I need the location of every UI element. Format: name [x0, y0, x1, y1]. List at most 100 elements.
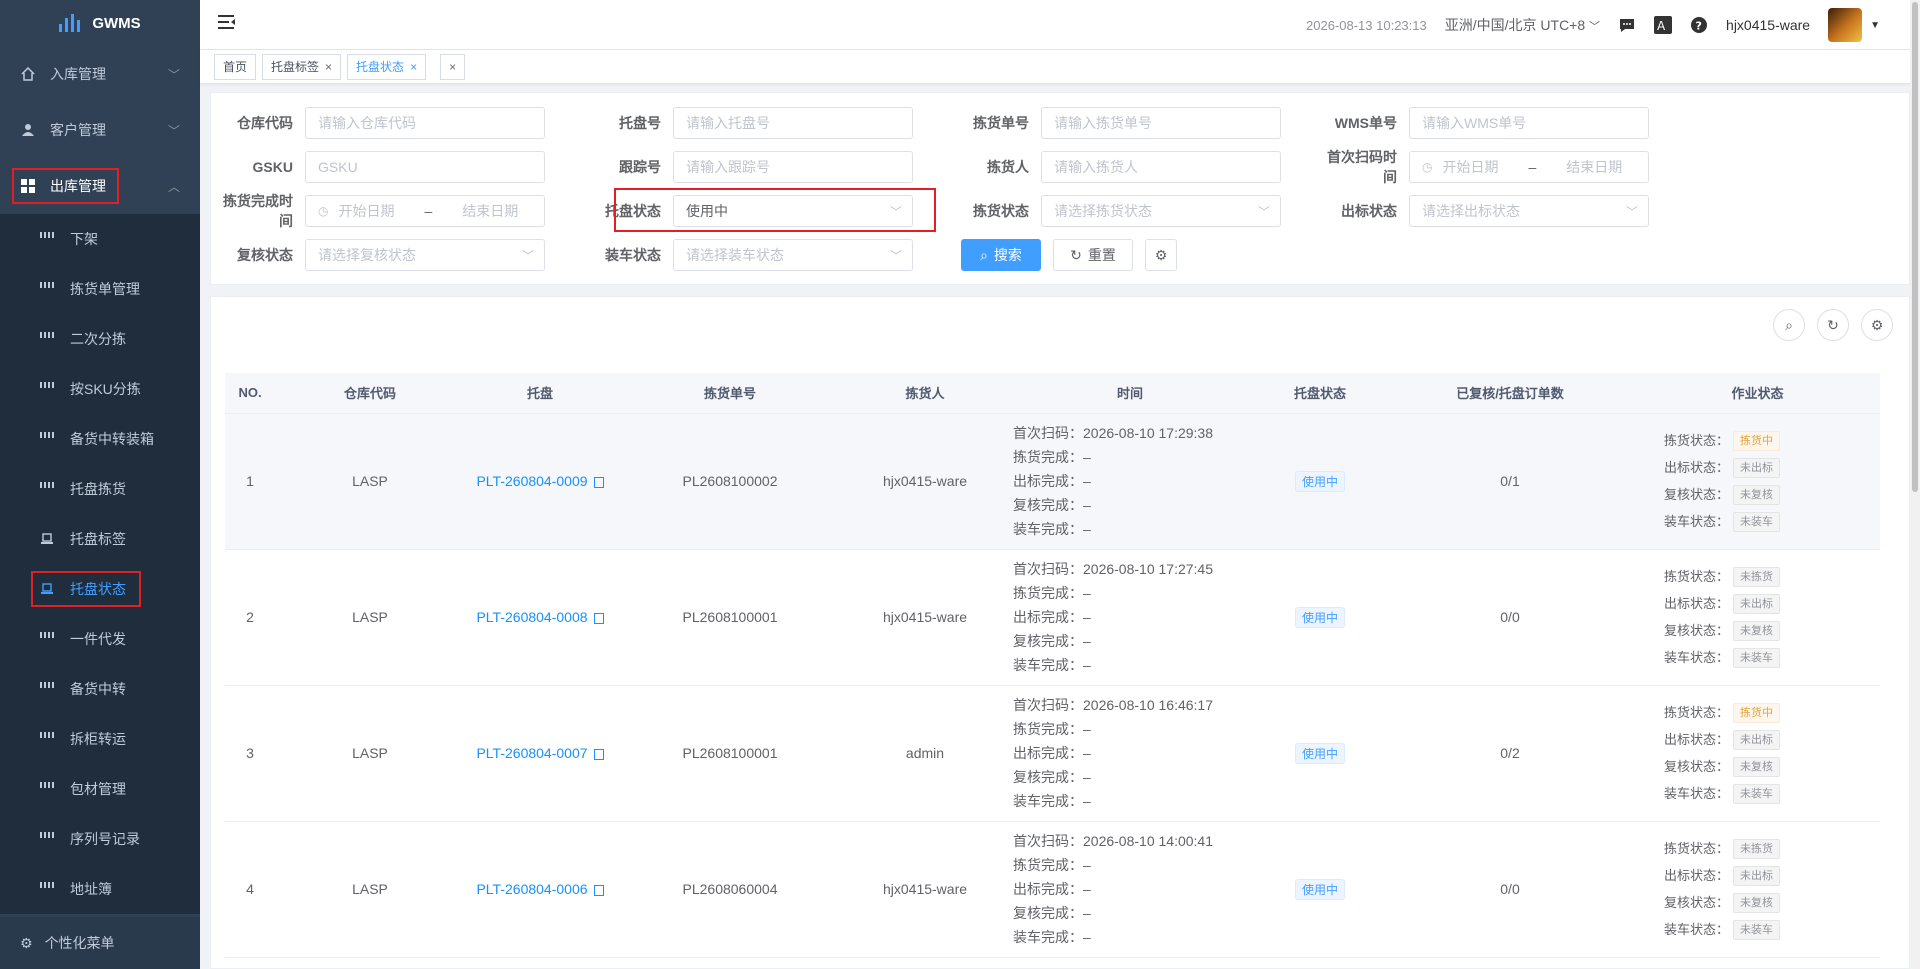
sidebar-item-devanning[interactable]: 拆柜转运 — [0, 714, 200, 764]
sidebar-group-inbound[interactable]: 入库管理 ﹀ — [0, 46, 200, 102]
sidebar-item-address-book[interactable]: 地址簿 — [0, 864, 200, 914]
sidebar-item-serial-log[interactable]: 序列号记录 — [0, 814, 200, 864]
label-status-select[interactable]: 请选择出标状态 ﹀ — [1409, 195, 1649, 227]
recheck-status-select[interactable]: 请选择复核状态 ﹀ — [305, 239, 545, 271]
time-line: 首次扫码：2026-08-10 17:29:38 — [1013, 421, 1255, 445]
op-label: 出标状态： — [1663, 868, 1729, 883]
avatar[interactable] — [1828, 8, 1863, 42]
tab-pallet-status[interactable]: 托盘状态 × — [347, 53, 427, 80]
grid-icon — [40, 832, 54, 846]
wms-no-input[interactable]: 请输入WMS单号 — [1409, 107, 1649, 139]
table-header-row: NO. 仓库代码 托盘 拣货单号 拣货人 时间 托盘状态 已复核/托盘订单数 作… — [225, 373, 1880, 414]
sidebar-group-customer[interactable]: 客户管理 ﹀ — [0, 102, 200, 158]
picker-input[interactable]: 请输入拣货人 — [1041, 151, 1281, 183]
timezone-label: 亚洲/中国/北京 UTC+8 — [1444, 17, 1586, 33]
time-label: 拣货完成： — [1013, 721, 1083, 737]
username[interactable]: hjx0415-ware — [1726, 17, 1810, 33]
time-label: 首次扫码： — [1013, 425, 1083, 441]
help-icon[interactable]: ? — [1690, 16, 1708, 34]
tracking-no-input[interactable]: 请输入跟踪号 — [673, 151, 913, 183]
op-line: 复核状态： 未复核 — [1653, 481, 1880, 508]
sidebar-item-secondary-sort[interactable]: 二次分拣 — [0, 314, 200, 364]
select-placeholder: 请选择出标状态 — [1422, 203, 1520, 219]
toggle-search-button[interactable]: ⌕ — [1773, 309, 1805, 341]
cell-pick-no: PL2608100002 — [615, 413, 845, 550]
sidebar-item-packaging[interactable]: 包材管理 — [0, 764, 200, 814]
first-scan-date-range[interactable]: ◷ 开始日期 – 结束日期 — [1409, 151, 1649, 183]
sidebar-item-sku-sort[interactable]: 按SKU分拣 — [0, 364, 200, 414]
sidebar-item-pallet-pick[interactable]: 托盘拣货 — [0, 464, 200, 514]
op-line: 出标状态： 未出标 — [1653, 862, 1880, 889]
pallet-link[interactable]: PLT-260804-0006 — [476, 881, 587, 897]
cell-times: 首次扫码：2026-08-10 14:00:41 拣货完成：– 出标完成：– 复核完成… — [1005, 821, 1255, 958]
pallet-no-input[interactable]: 请输入托盘号 — [673, 107, 913, 139]
scrollbar-thumb[interactable] — [1912, 2, 1918, 492]
sidebar-item-unshelve[interactable]: 下架 — [0, 214, 200, 264]
filter-label: WMS单号 — [1334, 115, 1397, 131]
copy-icon[interactable] — [593, 612, 604, 624]
sidebar-item-transfer-boxing[interactable]: 备货中转装箱 — [0, 414, 200, 464]
close-icon[interactable]: × — [410, 60, 417, 74]
sidebar-group-label: 入库管理 — [50, 66, 106, 82]
hamburger-icon[interactable] — [218, 14, 236, 35]
time-value: – — [1083, 473, 1091, 489]
loading-status-select[interactable]: 请选择装车状态 ﹀ — [673, 239, 913, 271]
timezone-select[interactable]: 亚洲/中国/北京 UTC+8 ﹀ — [1445, 15, 1600, 35]
pallet-link[interactable]: PLT-260804-0009 — [476, 473, 587, 489]
op-label: 拣货状态： — [1663, 841, 1729, 856]
tab-home[interactable]: 首页 — [214, 53, 257, 80]
personalize-menu[interactable]: ⚙ 个性化菜单 — [0, 917, 200, 969]
cell-count: 0/0 — [1385, 821, 1635, 958]
op-status-tag: 未拣货 — [1733, 566, 1780, 587]
refresh-button[interactable]: ↻ — [1817, 309, 1849, 341]
time-line: 装车完成：– — [1013, 925, 1255, 949]
tab-pallet-label[interactable]: 托盘标签 × — [262, 53, 342, 80]
time-line: 出标完成：– — [1013, 469, 1255, 493]
search-button[interactable]: ⌕ 搜索 — [961, 239, 1041, 271]
top-header: 2026-08-13 10:23:13 亚洲/中国/北京 UTC+8 ﹀ A ?… — [200, 0, 1920, 50]
time-line: 拣货完成：– — [1013, 717, 1255, 741]
sidebar-item-pallet-label[interactable]: 托盘标签 — [0, 514, 200, 564]
grid-icon — [40, 432, 54, 446]
filter-settings-button[interactable]: ⚙ — [1145, 239, 1177, 271]
cell-count: 0/0 — [1385, 549, 1635, 686]
pallet-link[interactable]: PLT-260804-0008 — [476, 609, 587, 625]
pick-status-select[interactable]: 请选择拣货状态 ﹀ — [1041, 195, 1281, 227]
filter-pick-done-time: 拣货完成时间 ◷ 开始日期 – 结束日期 — [211, 193, 545, 229]
time-line: 复核完成：– — [1013, 901, 1255, 925]
sidebar-item-stock-transfer[interactable]: 备货中转 — [0, 664, 200, 714]
pick-no-input[interactable]: 请输入拣货单号 — [1041, 107, 1281, 139]
op-line: 复核状态： 未复核 — [1653, 617, 1880, 644]
cell-pallet-status: 使用中 — [1255, 821, 1385, 958]
copy-icon[interactable] — [593, 884, 604, 896]
filter-label: GSKU — [252, 159, 293, 175]
caret-down-icon[interactable]: ▼ — [1870, 20, 1880, 31]
translate-icon[interactable]: A — [1654, 16, 1673, 34]
op-label: 装车状态： — [1663, 650, 1729, 665]
pick-done-date-range[interactable]: ◷ 开始日期 – 结束日期 — [305, 195, 545, 227]
sidebar-item-pallet-status[interactable]: 托盘状态 — [0, 564, 200, 614]
op-status-tag: 未出标 — [1733, 593, 1780, 614]
copy-icon[interactable] — [593, 748, 604, 760]
message-icon[interactable] — [1618, 16, 1636, 34]
cell-ops: 拣货状态： 拣货中 出标状态： 未出标 复核状态： 未复核 装车状态： 未装车 — [1635, 413, 1880, 550]
warehouse-code-input[interactable]: 请输入仓库代码 — [305, 107, 545, 139]
column-settings-button[interactable]: ⚙ — [1861, 309, 1893, 341]
sidebar-item-pick-list[interactable]: 拣货单管理 — [0, 264, 200, 314]
reset-button[interactable]: ↻ 重置 — [1053, 239, 1133, 271]
table-panel: ⌕ ↻ ⚙ NO. 仓库代码 托盘 拣货单号 拣货人 时间 托盘状态 已复核/托… — [210, 296, 1910, 969]
pallet-link[interactable]: PLT-260804-0007 — [476, 745, 587, 761]
clock-icon: ◷ — [318, 204, 329, 218]
column-header: 作业状态 — [1635, 373, 1880, 414]
close-icon[interactable]: × — [325, 60, 332, 74]
sidebar-group-outbound[interactable]: 出库管理 ︿ — [0, 158, 200, 214]
chevron-down-icon: ﹀ — [1589, 21, 1601, 33]
time-value: – — [1083, 905, 1091, 921]
copy-icon[interactable] — [593, 476, 604, 488]
pallet-status-tag: 使用中 — [1294, 470, 1345, 492]
page-scrollbar[interactable] — [1910, 0, 1920, 969]
close-all-tabs-button[interactable]: × — [440, 53, 466, 80]
gsku-input[interactable]: GSKU — [305, 151, 545, 183]
sidebar-item-dropship[interactable]: 一件代发 — [0, 614, 200, 664]
op-label: 装车状态： — [1663, 514, 1729, 529]
